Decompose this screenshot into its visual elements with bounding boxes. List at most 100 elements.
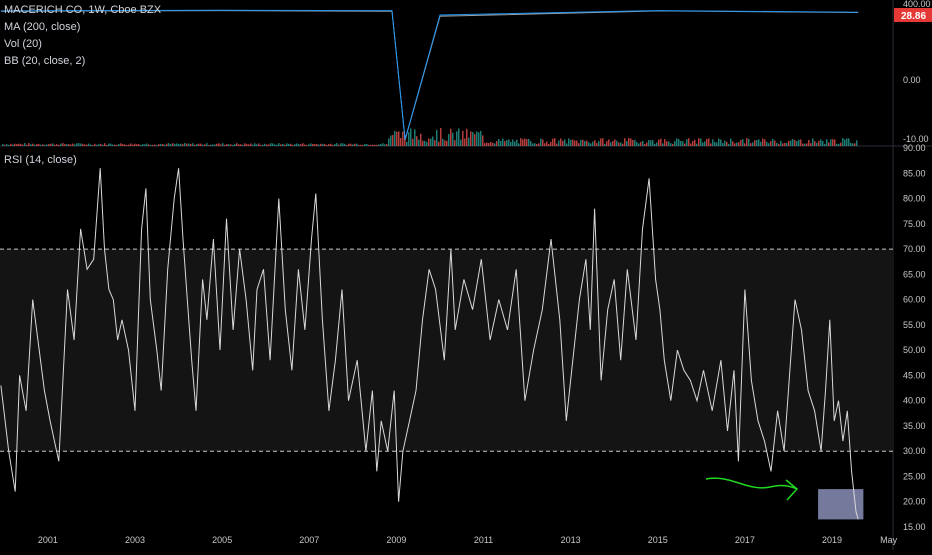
volume-bar (458, 128, 460, 146)
volume-bar (748, 138, 750, 146)
volume-bar (66, 144, 68, 146)
volume-bar (26, 144, 28, 146)
volume-bar (754, 140, 756, 146)
volume-bar (802, 143, 804, 146)
volume-bar (774, 140, 776, 146)
volume-bar (334, 144, 336, 146)
volume-bar (850, 142, 852, 146)
time-axis-tick: May (880, 535, 898, 545)
volume-bar (470, 131, 472, 146)
volume-bar (534, 143, 536, 146)
volume-bar (778, 143, 780, 146)
volume-bar (220, 144, 222, 146)
time-axis-tick: 2003 (125, 535, 145, 545)
volume-bar (118, 143, 120, 146)
volume-bar (244, 143, 246, 146)
volume-bar (76, 143, 78, 146)
time-axis-tick: 2015 (648, 535, 668, 545)
volume-bar (196, 144, 198, 146)
volume-bar (402, 131, 404, 146)
volume-bar (566, 143, 568, 146)
volume-bar (292, 144, 294, 146)
volume-bar (14, 143, 16, 146)
volume-bar (562, 140, 564, 146)
volume-bar (808, 140, 810, 146)
rsi-y-tick: 45.00 (903, 370, 926, 380)
volume-bar (176, 143, 178, 146)
volume-bar (202, 144, 204, 146)
volume-bar (388, 138, 390, 146)
volume-bar (286, 143, 288, 146)
volume-bar (670, 143, 672, 146)
volume-bar (734, 143, 736, 146)
volume-bar (344, 143, 346, 146)
volume-bar (766, 141, 768, 146)
volume-bar (80, 143, 82, 146)
volume-bar (732, 141, 734, 146)
volume-bar (210, 144, 212, 146)
volume-bar (690, 143, 692, 146)
volume-bar (332, 144, 334, 146)
volume-bar (708, 138, 710, 146)
volume-bar (518, 143, 520, 146)
volume-bar (234, 144, 236, 146)
volume-bar (504, 141, 506, 146)
volume-bar (636, 141, 638, 146)
volume-bar (200, 143, 202, 146)
volume-bar (156, 144, 158, 146)
volume-bar (726, 141, 728, 146)
volume-bar (718, 138, 720, 146)
volume-bar (112, 144, 114, 146)
volume-bar (348, 143, 350, 146)
volume-bar (84, 144, 86, 146)
volume-bar (232, 144, 234, 146)
volume-bar (546, 141, 548, 146)
volume-bar (750, 143, 752, 146)
volume-bar (250, 143, 252, 146)
volume-bar (148, 144, 150, 146)
volume-bar (316, 144, 318, 146)
volume-bar (32, 143, 34, 146)
volume-bar (298, 144, 300, 146)
rsi-y-tick: 35.00 (903, 421, 926, 431)
volume-bar (270, 143, 272, 146)
volume-bar (494, 143, 496, 146)
volume-bar (154, 144, 156, 146)
volume-bar (328, 144, 330, 146)
volume-bar (100, 143, 102, 146)
volume-bar (570, 139, 572, 146)
volume-bar (586, 140, 588, 146)
legend-symbol[interactable]: MACERICH CO, 1W, Cboe BZX (4, 3, 161, 17)
chart-canvas[interactable]: 400.00 28.86 0.00 -10.00 90.0085.0080.00… (0, 0, 932, 550)
volume-bar (394, 131, 396, 146)
volume-bar (480, 130, 482, 146)
volume-bar (468, 137, 470, 146)
legend-bb[interactable]: BB (20, close, 2) (4, 54, 85, 68)
volume-bar (852, 143, 854, 146)
volume-bar (198, 143, 200, 146)
volume-bar (514, 141, 516, 146)
volume-bar (508, 139, 510, 146)
volume-bar (2, 144, 4, 146)
volume-bar (358, 144, 360, 146)
volume-bar (214, 144, 216, 146)
legend-vol[interactable]: Vol (20) (4, 37, 42, 51)
tradingview-chart[interactable]: 400.00 28.86 0.00 -10.00 90.00 85.00 80.00… (0, 0, 932, 550)
volume-bar (642, 140, 644, 146)
volume-bar (442, 138, 444, 146)
last-price-label: 28.86 (901, 11, 926, 22)
rsi-y-tick: 15.00 (903, 522, 926, 532)
volume-bar (398, 131, 400, 146)
rsi-y-tick: 90.00 (903, 143, 926, 153)
volume-bar (624, 138, 626, 146)
volume-bar (136, 144, 138, 146)
legend-ma[interactable]: MA (200, close) (4, 20, 80, 34)
volume-bar (58, 144, 60, 146)
legend-rsi[interactable]: RSI (14, close) (4, 153, 77, 167)
volume-bar (664, 139, 666, 146)
volume-bar (346, 144, 348, 146)
volume-bar (30, 144, 32, 146)
volume-bar (284, 144, 286, 146)
volume-bar (584, 140, 586, 146)
volume-bar (390, 135, 392, 146)
